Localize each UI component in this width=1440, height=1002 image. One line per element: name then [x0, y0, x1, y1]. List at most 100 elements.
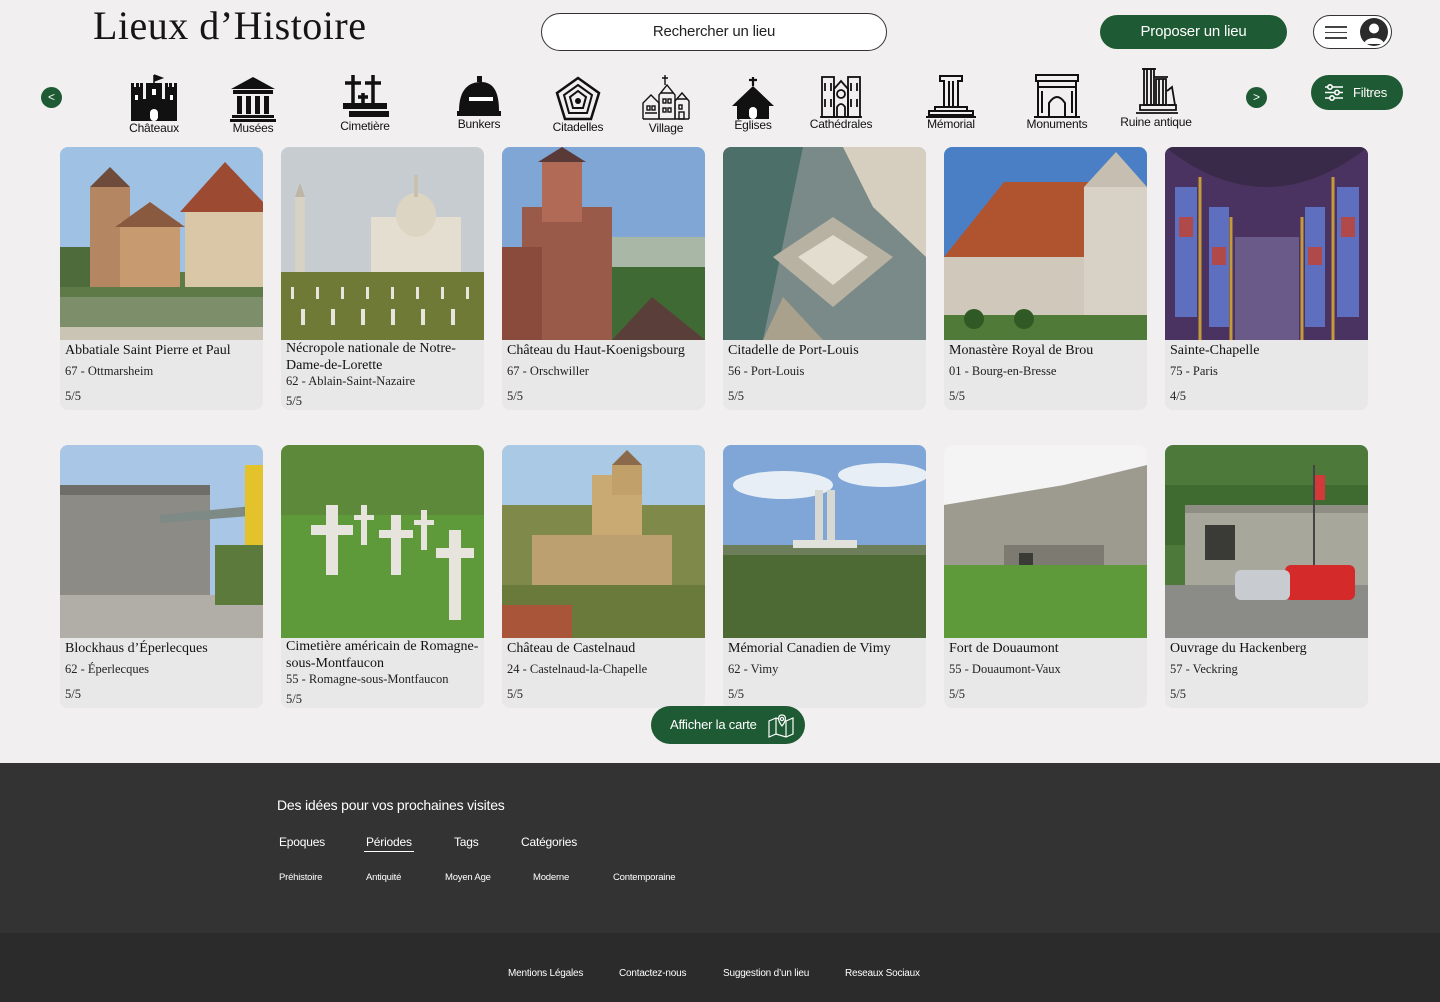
filters-label: Filtres	[1353, 85, 1387, 100]
place-photo	[723, 445, 926, 638]
place-photo	[60, 147, 263, 340]
place-title: Monastère Royal de Brou	[949, 343, 1094, 358]
footer-link-suggestion[interactable]: Suggestion d’un lieu	[723, 968, 809, 979]
period-link[interactable]: Moyen Age	[445, 872, 491, 883]
place-card[interactable]: Cimetière américain de Romagne-sous-Mont…	[281, 445, 484, 708]
place-rating: 5/5	[507, 389, 523, 403]
place-photo	[281, 147, 484, 340]
footer-link-social[interactable]: Reseaux Sociaux	[845, 968, 920, 979]
place-card[interactable]: Mémorial Canadien de Vimy 62 - Vimy 5/5	[723, 445, 926, 708]
place-location: 56 - Port-Louis	[728, 364, 805, 378]
footer-links: Mentions Légales Contactez-nous Suggesti…	[0, 933, 1440, 1002]
category-eglises[interactable]: Églises	[727, 76, 779, 132]
place-photo	[1165, 445, 1368, 638]
place-card[interactable]: Château du Haut-Koenigsbourg 67 - Orschw…	[502, 147, 705, 410]
category-cathedrales[interactable]: Cathédrales	[809, 73, 873, 131]
sliders-icon	[1325, 84, 1343, 101]
category-monuments[interactable]: Monuments	[1024, 73, 1090, 131]
footer-ideas: Des idées pour vos prochaines visites Ep…	[0, 763, 1440, 933]
place-location: 75 - Paris	[1170, 364, 1218, 378]
place-card[interactable]: Citadelle de Port-Louis 56 - Port-Louis …	[723, 147, 926, 410]
place-card[interactable]: Ouvrage du Hackenberg 57 - Veckring 5/5	[1165, 445, 1368, 708]
place-photo	[723, 147, 926, 340]
show-map-button[interactable]: Afficher la carte	[651, 706, 805, 744]
place-location: 57 - Veckring	[1170, 662, 1238, 676]
place-location: 62 - Éperlecques	[65, 662, 149, 676]
footer-tab-epoques[interactable]: Epoques	[279, 835, 325, 849]
memorial-icon	[926, 75, 976, 118]
footer-link-contact[interactable]: Contactez-nous	[619, 968, 686, 979]
category-village[interactable]: Village	[638, 73, 694, 135]
place-rating: 5/5	[286, 394, 302, 408]
place-title: Château de Castelnaud	[507, 641, 636, 656]
place-card[interactable]: Blockhaus d’Éperlecques 62 - Éperlecques…	[60, 445, 263, 708]
place-title: Sainte-Chapelle	[1170, 343, 1260, 358]
category-label: Citadelles	[552, 120, 604, 134]
place-title: Château du Haut-Koenigsbourg	[507, 343, 685, 358]
place-rating: 4/5	[1170, 389, 1186, 403]
place-photo	[60, 445, 263, 638]
category-musees[interactable]: Musées	[225, 75, 281, 135]
category-cimetiere[interactable]: Cimetière	[335, 73, 395, 133]
place-title: Abbatiale Saint Pierre et Paul	[65, 343, 231, 358]
place-rating: 5/5	[286, 692, 302, 706]
footer-heading: Des idées pour vos prochaines visites	[277, 797, 505, 813]
place-card[interactable]: Sainte-Chapelle 75 - Paris 4/5	[1165, 147, 1368, 410]
category-label: Ruine antique	[1120, 115, 1192, 129]
filters-button[interactable]: Filtres	[1311, 75, 1403, 110]
show-map-label: Afficher la carte	[670, 717, 757, 732]
place-photo	[281, 445, 484, 638]
place-rating: 5/5	[507, 687, 523, 701]
period-link[interactable]: Préhistoire	[279, 872, 322, 883]
period-link[interactable]: Antiquité	[366, 872, 401, 883]
castle-icon	[131, 74, 177, 121]
place-card[interactable]: Nécropole nationale de Notre-Dame-de-Lor…	[281, 147, 484, 410]
category-label: Mémorial	[927, 117, 975, 131]
bunker-icon	[457, 76, 501, 116]
category-citadelles[interactable]: Citadelles	[549, 76, 607, 134]
period-link[interactable]: Moderne	[533, 872, 569, 883]
search-input[interactable]: Rechercher un lieu	[541, 13, 887, 51]
place-photo	[502, 147, 705, 340]
place-rating: 5/5	[949, 389, 965, 403]
place-rating: 5/5	[65, 687, 81, 701]
footer-tab-periodes[interactable]: Périodes	[364, 835, 414, 852]
propose-place-button[interactable]: Proposer un lieu	[1100, 15, 1287, 49]
place-card[interactable]: Fort de Douaumont 55 - Douaumont-Vaux 5/…	[944, 445, 1147, 708]
place-card[interactable]: Abbatiale Saint Pierre et Paul 67 - Ottm…	[60, 147, 263, 410]
footer-link-mentions[interactable]: Mentions Légales	[508, 968, 583, 979]
place-title: Mémorial Canadien de Vimy	[728, 641, 891, 656]
category-label: Bunkers	[457, 117, 501, 131]
place-title: Fort de Douaumont	[949, 641, 1059, 656]
user-icon	[1360, 18, 1388, 46]
category-chateaux[interactable]: Châteaux	[124, 73, 184, 135]
period-link[interactable]: Contemporaine	[613, 872, 676, 883]
place-card[interactable]: Château de Castelnaud 24 - Castelnaud-la…	[502, 445, 705, 708]
village-icon	[642, 75, 690, 120]
museum-icon	[230, 77, 276, 122]
category-label: Cathédrales	[809, 117, 873, 131]
place-title: Cimetière américain de Romagne-sous-Mont…	[286, 639, 479, 671]
category-ruine-antique[interactable]: Ruine antique	[1120, 65, 1192, 129]
place-photo	[502, 445, 705, 638]
categories-next-button[interactable]: >	[1246, 87, 1267, 108]
footer-tab-categories[interactable]: Catégories	[521, 835, 577, 849]
map-pin-icon	[768, 714, 794, 738]
cathedral-icon	[820, 76, 862, 118]
category-bunkers[interactable]: Bunkers	[452, 73, 506, 131]
place-location: 62 - Vimy	[728, 662, 779, 676]
site-logo[interactable]: Lieux d’Histoire	[93, 2, 367, 49]
hamburger-icon	[1325, 26, 1347, 39]
place-card[interactable]: Monastère Royal de Brou 01 - Bourg-en-Br…	[944, 147, 1147, 410]
place-location: 24 - Castelnaud-la-Chapelle	[507, 662, 648, 676]
category-memorial[interactable]: Mémorial	[921, 73, 981, 131]
footer-tab-tags[interactable]: Tags	[454, 835, 479, 849]
user-menu-button[interactable]	[1313, 15, 1392, 49]
place-title: Citadelle de Port-Louis	[728, 343, 859, 358]
place-photo	[944, 147, 1147, 340]
place-title: Blockhaus d’Éperlecques	[65, 641, 208, 656]
categories-prev-button[interactable]: <	[41, 87, 62, 108]
place-rating: 5/5	[949, 687, 965, 701]
place-photo	[944, 445, 1147, 638]
church-icon	[732, 77, 774, 119]
